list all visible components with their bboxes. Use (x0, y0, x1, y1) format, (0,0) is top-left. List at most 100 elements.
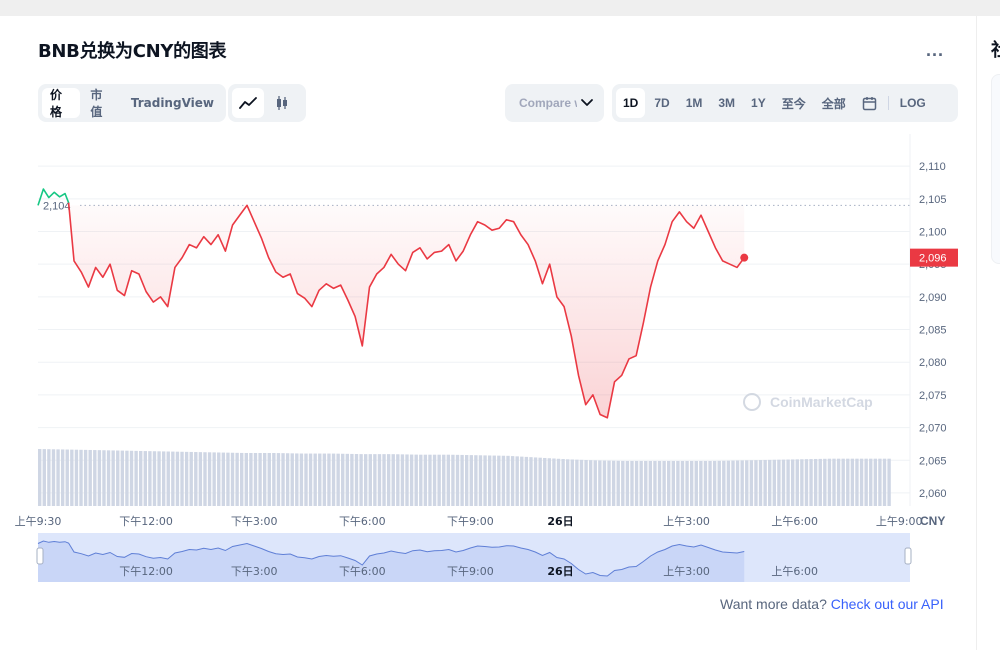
volume-bar (290, 453, 294, 506)
navigator-right-handle[interactable] (904, 547, 912, 565)
volume-bar (382, 454, 386, 506)
volume-bar (671, 460, 676, 506)
volume-bar (832, 458, 836, 506)
volume-bar (570, 459, 574, 506)
volume-bar (373, 454, 377, 506)
volume-bar (749, 460, 754, 506)
volume-bar (524, 456, 529, 506)
volume-bar (125, 450, 129, 506)
volume-bar (584, 460, 588, 506)
volume-bar (171, 451, 175, 506)
volume-bar (869, 458, 873, 506)
volume-bar (850, 458, 855, 506)
volume-bar (841, 458, 845, 506)
volume-bar (428, 454, 432, 506)
api-link[interactable]: Check out our API (831, 596, 944, 612)
volume-bar (157, 451, 161, 506)
currency-label: CNY (920, 514, 945, 528)
volume-bar (487, 455, 492, 506)
volume-bar (630, 460, 634, 506)
x-tick-label: 下午3:00 (231, 515, 278, 528)
volume-bar (685, 460, 689, 506)
api-promo: Want more data? Check out our API (720, 596, 944, 612)
volume-bar (634, 460, 639, 506)
y-tick-label: 2,105 (919, 194, 947, 206)
volume-bar (474, 455, 478, 506)
volume-bar (221, 452, 226, 506)
volume-bar (249, 452, 253, 506)
volume-bar (455, 454, 460, 506)
volume-bar (102, 450, 106, 506)
y-tick-label: 2,100 (919, 227, 947, 239)
volume-bar (611, 460, 616, 506)
volume-bar (639, 460, 643, 506)
y-tick-label: 2,110 (919, 161, 946, 173)
volume-bar (566, 459, 570, 506)
volume-bar (304, 453, 308, 506)
volume-bar (148, 451, 152, 506)
volume-bar (88, 449, 92, 506)
volume-bar (363, 454, 368, 506)
volume-bar (414, 454, 418, 506)
volume-bar (111, 450, 115, 506)
volume-bar (497, 455, 501, 506)
volume-bar (143, 451, 147, 506)
volume-bar (763, 459, 767, 506)
volume-bar (657, 460, 662, 506)
volume-bar (423, 454, 428, 506)
navigator-tick-label: 上午6:00 (771, 565, 818, 578)
volume-bar (726, 460, 731, 506)
y-tick-label: 2,080 (919, 357, 947, 369)
volume-bar (506, 455, 510, 506)
volume-bar (350, 453, 354, 506)
volume-bar (859, 458, 864, 506)
y-tick-label: 2,065 (919, 455, 947, 467)
volume-bar (823, 458, 827, 506)
navigator-tick-label: 26日 (547, 565, 573, 578)
x-tick-label: 上午9:30 (15, 515, 62, 528)
volume-bar (152, 451, 157, 506)
volume-bar (262, 452, 267, 506)
y-tick-label: 2,075 (919, 390, 947, 402)
volume-bar (478, 455, 483, 506)
volume-bar (93, 450, 97, 506)
volume-bar (575, 459, 579, 506)
navigator-tick-label: 下午12:00 (119, 565, 173, 578)
volume-bar (786, 459, 790, 506)
volume-bar (465, 455, 469, 506)
volume-bar (244, 452, 249, 506)
volume-bar (419, 454, 423, 506)
volume-bar (731, 460, 735, 506)
volume-bar (754, 460, 758, 506)
volume-bar (878, 458, 882, 506)
volume-bar (529, 457, 533, 506)
price-chart: 2,0602,0652,0702,0752,0802,0852,0902,095… (15, 134, 958, 582)
coinmarketcap-watermark: CoinMarketCap (770, 394, 873, 410)
navigator-left-handle[interactable] (36, 547, 44, 565)
volume-bar (70, 449, 74, 506)
volume-bar (827, 458, 832, 506)
volume-bar (281, 453, 285, 506)
y-tick-label: 2,085 (919, 325, 947, 337)
volume-bar (212, 452, 216, 506)
volume-bar (818, 458, 822, 506)
volume-bar (598, 460, 602, 506)
volume-bar (97, 450, 102, 506)
volume-bar (258, 452, 262, 506)
volume-bar (83, 449, 88, 506)
volume-bar (432, 454, 437, 506)
y-tick-label: 2,070 (919, 423, 947, 435)
volume-bar (781, 459, 786, 506)
volume-bar (708, 460, 712, 506)
volume-bar (887, 458, 891, 506)
volume-bar (354, 454, 359, 506)
volume-bar (386, 454, 391, 506)
volume-bar (345, 453, 350, 506)
volume-bar (368, 454, 372, 506)
volume-bar (166, 451, 170, 506)
volume-bar (616, 460, 620, 506)
volume-bar (226, 452, 230, 506)
volume-bar (322, 453, 327, 506)
volume-bar (689, 460, 694, 506)
volume-bar (405, 454, 409, 506)
